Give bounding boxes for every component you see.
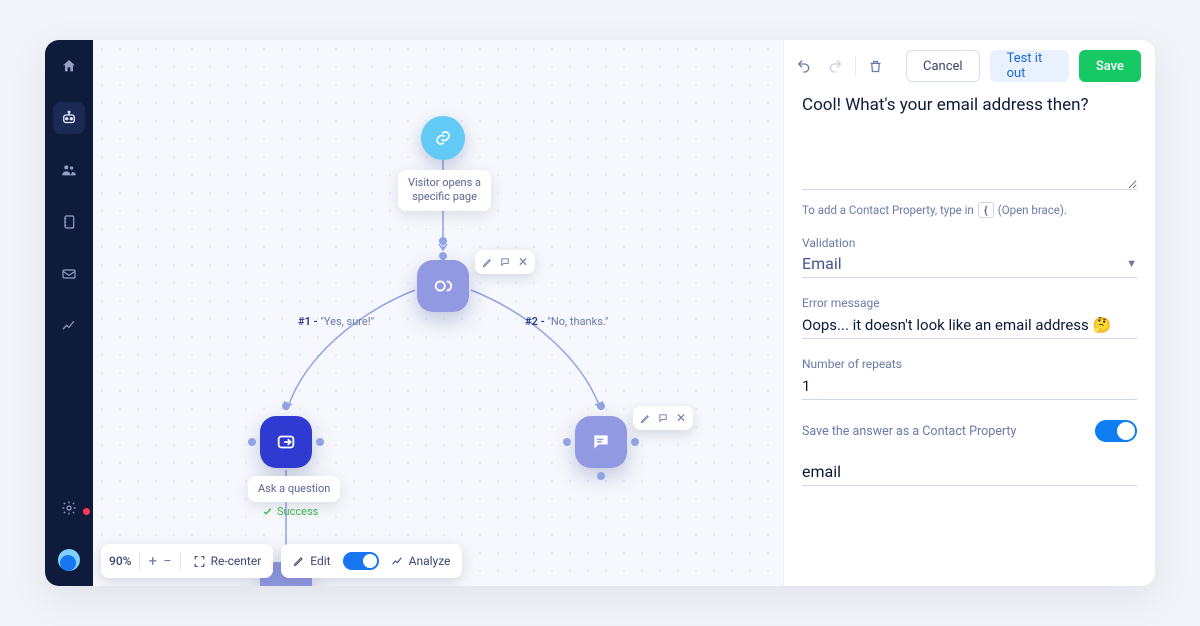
- recenter-icon: [193, 555, 206, 568]
- connector-dot: [439, 252, 447, 260]
- decision-node-toolbar: ✕: [475, 250, 535, 274]
- delete-button[interactable]: [866, 53, 886, 79]
- ask-question-node[interactable]: [260, 416, 312, 468]
- redo-button[interactable]: [824, 53, 844, 79]
- mode-group: Edit Analyze: [281, 544, 462, 578]
- connector-dot: [439, 237, 447, 245]
- node-delete-button[interactable]: ✕: [672, 409, 690, 427]
- home-icon: [61, 58, 77, 74]
- pencil-icon: [293, 555, 305, 567]
- trend-icon: [61, 318, 77, 334]
- nav-settings[interactable]: [53, 492, 85, 524]
- undo-icon: [796, 58, 812, 74]
- zoom-in-button[interactable]: +: [148, 552, 157, 570]
- node-edit-button[interactable]: [478, 253, 496, 271]
- connector-dot: [597, 402, 605, 410]
- nav-inbox[interactable]: [53, 258, 85, 290]
- canvas-bottom-toolbar: 90% + − Re-center Edit: [101, 544, 462, 578]
- panel-header: Cancel Test it out Save: [784, 40, 1155, 92]
- decision-node[interactable]: [417, 260, 469, 312]
- undo-button[interactable]: [794, 53, 814, 79]
- contact-property-hint: To add a Contact Property, type in { (Op…: [802, 202, 1137, 218]
- message-node-toolbar: ✕: [633, 406, 693, 430]
- main-area: Visitor opens a specific page ✕ #1 - "Ye…: [93, 40, 1155, 586]
- test-button[interactable]: Test it out: [990, 50, 1069, 82]
- connector-dot: [563, 438, 571, 446]
- nav-brand[interactable]: [53, 544, 85, 576]
- robot-icon: [60, 109, 78, 127]
- ask-question-label: Ask a question: [248, 476, 340, 502]
- nav-contacts[interactable]: [53, 154, 85, 186]
- error-message-input[interactable]: [802, 314, 1137, 339]
- choices-icon: [432, 275, 454, 297]
- notebook-icon: [61, 214, 77, 230]
- trigger-node[interactable]: [421, 116, 465, 160]
- nav-analytics[interactable]: [53, 310, 85, 342]
- analyze-mode-button[interactable]: Analyze: [387, 554, 455, 568]
- node-copy-button[interactable]: [496, 253, 514, 271]
- nav-home[interactable]: [53, 50, 85, 82]
- redo-icon: [827, 58, 843, 74]
- mode-toggle[interactable]: [343, 552, 379, 570]
- error-message-label: Error message: [802, 296, 1137, 310]
- app-window: Visitor opens a specific page ✕ #1 - "Ye…: [45, 40, 1155, 586]
- trash-icon: [868, 59, 883, 74]
- cancel-button[interactable]: Cancel: [906, 50, 980, 82]
- connector-dot: [631, 438, 639, 446]
- people-icon: [61, 162, 77, 178]
- edit-mode-button[interactable]: Edit: [289, 554, 334, 568]
- open-brace-icon: {: [978, 202, 994, 218]
- node-copy-button[interactable]: [654, 409, 672, 427]
- check-icon: [262, 506, 273, 517]
- envelope-icon: [61, 266, 77, 282]
- node-delete-button[interactable]: ✕: [514, 253, 532, 271]
- chat-bubble-icon: [658, 413, 669, 424]
- connector-dot: [282, 402, 290, 410]
- property-name-input[interactable]: [802, 460, 1137, 486]
- success-indicator: Success: [262, 505, 318, 518]
- gear-icon: [61, 500, 77, 516]
- node-edit-button[interactable]: [636, 409, 654, 427]
- connector-dot: [597, 472, 605, 480]
- zoom-level: 90%: [109, 554, 131, 568]
- pencil-icon: [482, 257, 493, 268]
- nav-chatbot[interactable]: [53, 102, 85, 134]
- zoom-out-button[interactable]: −: [163, 552, 172, 570]
- trigger-label: Visitor opens a specific page: [398, 170, 491, 211]
- repeats-input[interactable]: [802, 375, 1137, 400]
- branch-1-label: #1 - "Yes, sure!": [298, 315, 374, 328]
- save-property-toggle[interactable]: [1095, 420, 1137, 442]
- connector-dot: [248, 438, 256, 446]
- message-node[interactable]: [575, 416, 627, 468]
- save-button[interactable]: Save: [1079, 50, 1141, 82]
- zoom-group: 90% + − Re-center: [101, 544, 273, 578]
- chevron-down-icon: ▼: [1126, 257, 1137, 270]
- nav-notebook[interactable]: [53, 206, 85, 238]
- link-icon: [434, 129, 452, 147]
- repeats-label: Number of repeats: [802, 357, 1137, 371]
- save-property-label: Save the answer as a Contact Property: [802, 424, 1016, 439]
- properties-panel: Cancel Test it out Save To add a Contact…: [783, 40, 1155, 586]
- validation-label: Validation: [802, 236, 1137, 250]
- trend-icon: [391, 555, 404, 568]
- chat-icon: [591, 432, 611, 452]
- message-textarea[interactable]: [802, 94, 1137, 190]
- chat-bubble-icon: [500, 257, 511, 268]
- recenter-button[interactable]: Re-center: [189, 554, 266, 568]
- pencil-icon: [640, 413, 651, 424]
- validation-select[interactable]: Email ▼: [802, 254, 1137, 278]
- sidebar: [45, 40, 93, 586]
- brand-logo-icon: [58, 549, 80, 571]
- notification-dot: [83, 508, 90, 515]
- panel-body: To add a Contact Property, type in { (Op…: [784, 92, 1155, 586]
- branch-2-label: #2 - "No, thanks.": [525, 315, 608, 328]
- connector-dot: [316, 438, 324, 446]
- input-arrow-icon: [275, 431, 297, 453]
